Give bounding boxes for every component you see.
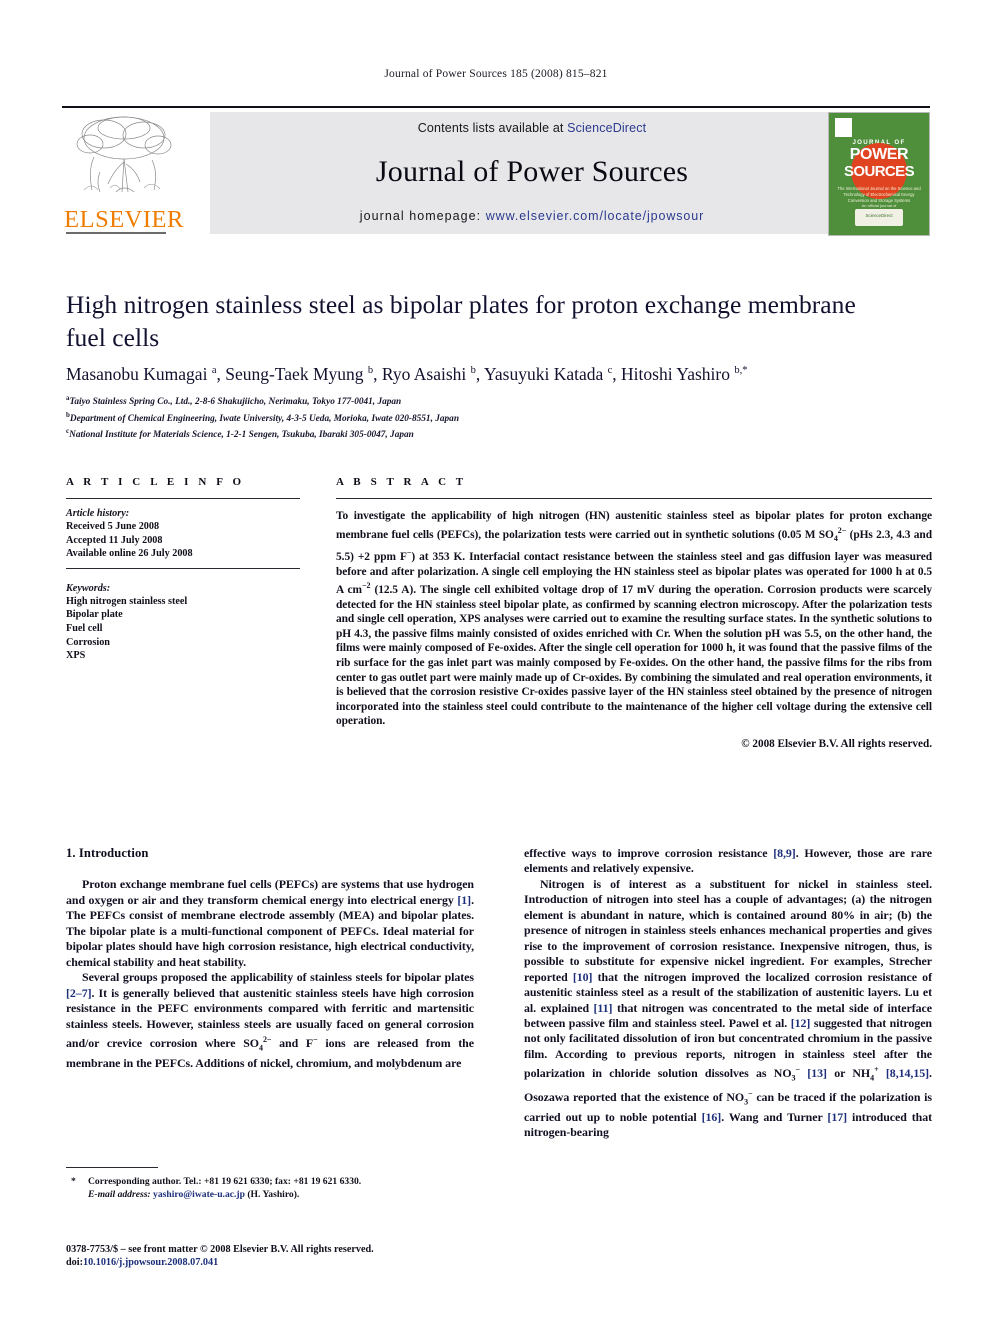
- history-item: Accepted 11 July 2008: [66, 534, 163, 546]
- abstract-heading: A B S T R A C T: [336, 476, 467, 488]
- abstract-copyright: © 2008 Elsevier B.V. All rights reserved…: [741, 737, 932, 750]
- cover-tagline: The International Journal on the Science…: [837, 186, 921, 203]
- homepage-url-link[interactable]: www.elsevier.com/locate/jpowsour: [486, 209, 704, 223]
- cover-badge-label: ScienceDirect: [865, 213, 893, 218]
- doi-label: doi:: [66, 1257, 83, 1269]
- section-heading-introduction: 1. Introduction: [66, 846, 149, 860]
- article-page: Journal of Power Sources 185 (2008) 815–…: [0, 0, 992, 1323]
- abstract-rule: [336, 498, 932, 499]
- front-matter-line: 0378-7753/$ – see front matter © 2008 El…: [66, 1244, 374, 1255]
- abstract-text: To investigate the applicability of high…: [336, 510, 932, 728]
- email-label: E-mail address:: [88, 1188, 151, 1200]
- doi-link[interactable]: 10.1016/j.jpowsour.2008.07.041: [83, 1257, 218, 1268]
- keyword-item: High nitrogen stainless steel: [66, 595, 188, 607]
- keywords-block: Keywords: High nitrogen stainless steel …: [66, 583, 300, 663]
- footnote-rule: [66, 1167, 158, 1168]
- doi-line: doi:10.1016/j.jpowsour.2008.07.041: [66, 1256, 526, 1269]
- author-list: Masanobu Kumagai a, Seung-Taek Myung b, …: [66, 363, 748, 384]
- keywords-top-rule: [66, 568, 300, 569]
- cover-badge: ScienceDirect: [855, 209, 903, 226]
- affiliation-text: Department of Chemical Engineering, Iwat…: [69, 413, 459, 424]
- elsevier-tree-icon: [70, 112, 178, 204]
- elsevier-wordmark: ELSEVIER: [64, 205, 184, 233]
- sciencedirect-link[interactable]: ScienceDirect: [567, 121, 646, 135]
- paragraph: Proton exchange membrane fuel cells (PEF…: [66, 877, 474, 969]
- affiliation-text: National Institute for Materials Science…: [69, 430, 414, 441]
- front-matter-block: 0378-7753/$ – see front matter © 2008 El…: [66, 1243, 526, 1270]
- affiliation-list: aTaiyo Stainless Spring Co., Ltd., 2-8-6…: [66, 392, 766, 442]
- corresponding-author-marker: *: [71, 1176, 76, 1187]
- article-info-block: A R T I C L E I N F O Article history: R…: [66, 476, 300, 663]
- running-head: Journal of Power Sources 185 (2008) 815–…: [384, 68, 608, 80]
- contents-lists-prefix: Contents lists available at: [417, 121, 568, 135]
- body-column-right: effective ways to improve corrosion resi…: [524, 846, 932, 1141]
- affiliation-item: bDepartment of Chemical Engineering, Iwa…: [66, 409, 766, 426]
- masthead-top-rule: [62, 106, 930, 108]
- keyword-item: XPS: [66, 650, 86, 662]
- article-history-label: Article history:: [66, 508, 130, 519]
- affiliation-item: aTaiyo Stainless Spring Co., Ltd., 2-8-6…: [66, 392, 766, 409]
- abstract-block: A B S T R A C T To investigate the appli…: [336, 476, 932, 750]
- journal-cover-thumbnail[interactable]: JOURNAL OF POWER SOURCES The Internation…: [828, 112, 930, 236]
- cover-line-3: SOURCES: [844, 163, 915, 180]
- keyword-item: Corrosion: [66, 636, 110, 648]
- paragraph: Several groups proposed the applicabilit…: [66, 970, 474, 1070]
- cover-badge-caption: An official journal of: [861, 203, 897, 208]
- cover-publisher-mark-icon: [835, 118, 852, 137]
- contents-lists-line: Contents lists available at ScienceDirec…: [210, 121, 854, 135]
- journal-masthead: ELSEVIER Contents lists available at Sci…: [62, 106, 930, 236]
- article-title: High nitrogen stainless steel as bipolar…: [66, 290, 856, 352]
- paragraph: effective ways to improve corrosion resi…: [524, 846, 933, 876]
- affiliation-item: cNational Institute for Materials Scienc…: [66, 425, 766, 442]
- journal-title: Journal of Power Sources: [375, 155, 689, 188]
- keywords-label: Keywords:: [66, 582, 111, 594]
- history-item: Available online 26 July 2008: [66, 548, 193, 560]
- email-owner: (H. Yashiro).: [247, 1188, 300, 1200]
- tree-drawing: [76, 116, 172, 193]
- homepage-label: journal homepage:: [359, 209, 482, 223]
- cover-line-2: POWER: [849, 146, 909, 163]
- keyword-item: Bipolar plate: [66, 609, 123, 621]
- email-line: E-mail address: yashiro@iwate-u.ac.jp (H…: [66, 1189, 476, 1202]
- paragraph: Nitrogen is of interest as a substituent…: [524, 876, 933, 1140]
- corresponding-author-footnote: * Corresponding author. Tel.: +81 19 621…: [66, 1176, 476, 1201]
- journal-homepage-line: journal homepage: www.elsevier.com/locat…: [210, 209, 854, 223]
- elsevier-logo: ELSEVIER: [62, 112, 186, 234]
- corresponding-author-text: Corresponding author. Tel.: +81 19 621 6…: [88, 1176, 362, 1187]
- article-info-heading: A R T I C L E I N F O: [66, 476, 245, 488]
- article-info-rule: [66, 498, 300, 499]
- keyword-item: Fuel cell: [66, 622, 103, 634]
- history-item: Received 5 June 2008: [66, 521, 160, 532]
- body-column-left: 1. Introduction Proton exchange membrane…: [66, 846, 474, 1071]
- affiliation-text: Taiyo Stainless Spring Co., Ltd., 2-8-6 …: [69, 397, 402, 408]
- email-link[interactable]: yashiro@iwate-u.ac.jp: [153, 1189, 245, 1200]
- masthead-center-panel: Contents lists available at ScienceDirec…: [210, 112, 854, 234]
